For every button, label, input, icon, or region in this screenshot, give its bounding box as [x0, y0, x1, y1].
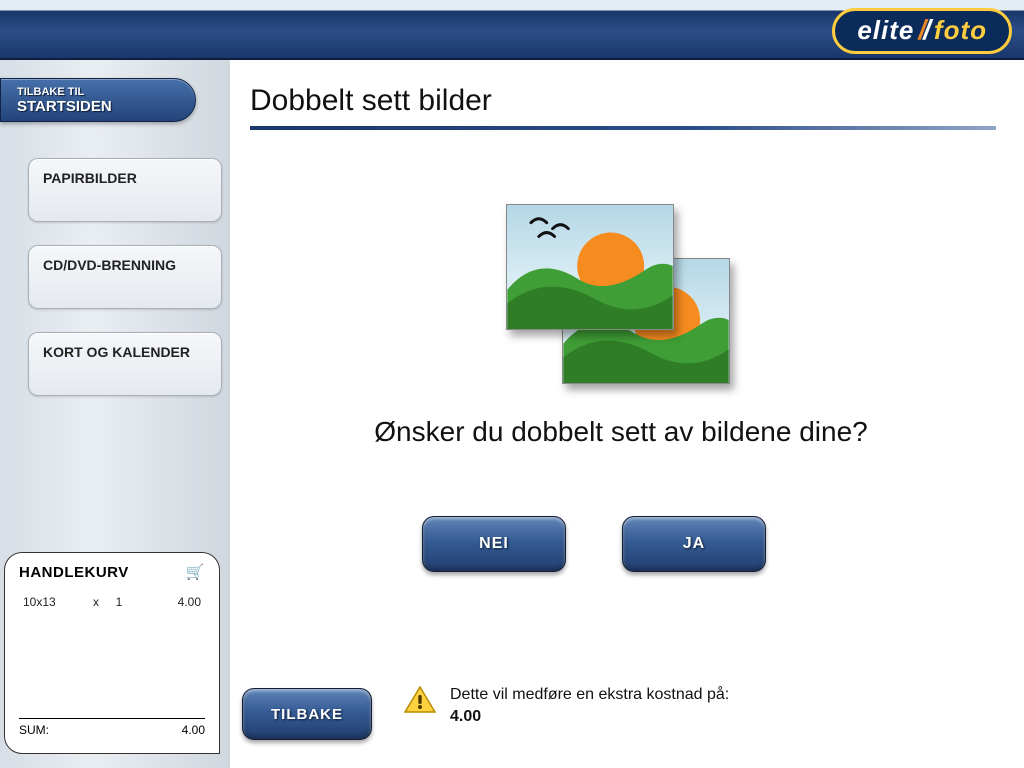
yes-button[interactable]: JA — [622, 516, 766, 572]
photo-thumb-front — [506, 204, 674, 330]
warning-text-block: Dette vil medføre en ekstra kostnad på: … — [450, 686, 729, 726]
warning-message: Dette vil medføre en ekstra kostnad på: — [450, 686, 729, 704]
sidebar-item-label: PAPIRBILDER — [43, 169, 137, 187]
prompt-text: Ønsker du dobbelt sett av bildene dine? — [301, 416, 941, 448]
back-button[interactable]: TILBAKE — [242, 688, 372, 740]
sidebar-item-label: CD/DVD-BRENNING — [43, 256, 176, 274]
double-photo-illustration — [506, 204, 736, 394]
home-button-line2: STARTSIDEN — [17, 98, 195, 115]
cart-icon: 🛒 — [186, 563, 205, 581]
extra-cost-warning: Dette vil medføre en ekstra kostnad på: … — [404, 686, 1000, 726]
cart-sum-value: 4.00 — [182, 723, 205, 737]
logo-text-right: foto — [934, 15, 987, 46]
cart-sum-row: SUM: 4.00 — [19, 718, 205, 737]
no-button[interactable]: NEI — [422, 516, 566, 572]
home-button[interactable]: TILBAKE TIL STARTSIDEN — [0, 78, 196, 122]
sidebar-item-label: KORT OG KALENDER — [43, 343, 190, 361]
cart-title: HANDLEKURV — [19, 564, 129, 581]
logo-slashes-icon: // — [918, 14, 928, 46]
cart-line-qty: 1 — [109, 595, 129, 609]
warning-icon — [404, 686, 436, 714]
main-content: Dobbelt sett bilder Ønsker du dobbelt se… — [232, 66, 1010, 754]
cart-line-price: 4.00 — [129, 595, 201, 609]
landscape-icon — [507, 205, 673, 329]
app-header: elite // foto — [0, 0, 1024, 60]
cart-line: 10x13 x 1 4.00 — [5, 585, 219, 609]
cart-sum-label: SUM: — [19, 723, 49, 737]
cart-line-product: 10x13 — [23, 595, 83, 609]
title-divider — [250, 126, 996, 130]
logo-text-left: elite — [857, 15, 914, 46]
sidebar-item-kort-kalender[interactable]: KORT OG KALENDER — [28, 332, 222, 396]
brand-logo: elite // foto — [832, 8, 1012, 54]
page-title: Dobbelt sett bilder — [232, 66, 1010, 126]
sidebar-item-papirbilder[interactable]: PAPIRBILDER — [28, 158, 222, 222]
sidebar-item-cddvd[interactable]: CD/DVD-BRENNING — [28, 245, 222, 309]
cart-panel: HANDLEKURV 🛒 10x13 x 1 4.00 SUM: 4.00 — [4, 552, 220, 754]
cart-line-x: x — [83, 595, 109, 609]
warning-amount: 4.00 — [450, 708, 729, 726]
home-button-line1: TILBAKE TIL — [17, 86, 195, 98]
